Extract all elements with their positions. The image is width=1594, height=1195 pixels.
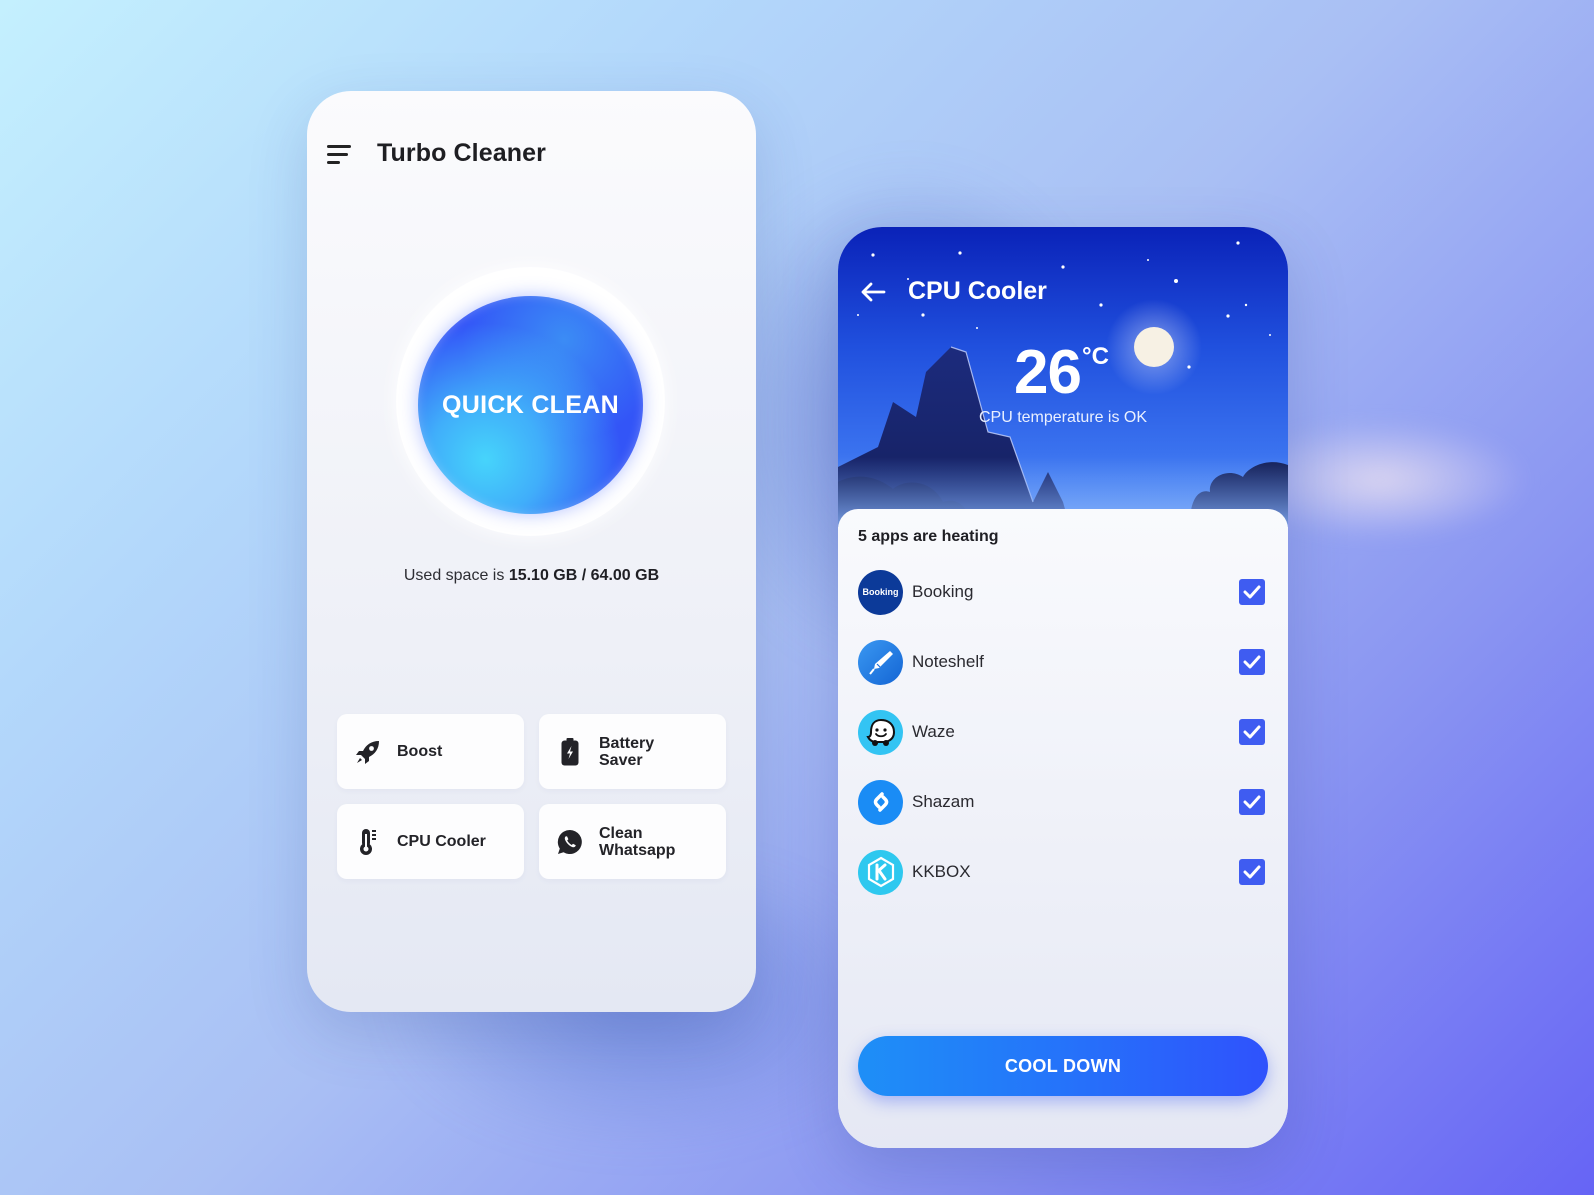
app-row: Booking Booking [858, 569, 1268, 615]
app-name: Noteshelf [912, 652, 984, 671]
noteshelf-app-icon [858, 639, 903, 685]
tile-label-line2: Whatsapp [599, 841, 676, 859]
checkmark-icon [1243, 585, 1261, 599]
checkmark-icon [1243, 655, 1261, 669]
battery-saver-tile[interactable]: Battery Saver [539, 714, 726, 789]
heating-apps-count: 5 apps are heating [858, 528, 999, 545]
moon-icon [1134, 327, 1174, 367]
temperature-unit: °C [1082, 343, 1109, 370]
app-title: Turbo Cleaner [377, 139, 546, 167]
app-checkbox[interactable] [1239, 719, 1265, 745]
waze-app-icon [858, 709, 903, 755]
battery-charging-icon [555, 737, 585, 767]
tile-label: Battery Saver [599, 735, 654, 769]
tile-label-line1: Battery [599, 734, 655, 752]
app-checkbox[interactable] [1239, 859, 1265, 885]
used-space-total: 64.00 GB [590, 567, 660, 584]
booking-icon-text: Booking [862, 587, 899, 597]
temperature-value: 26 [1014, 338, 1082, 407]
boost-tile[interactable]: Boost [337, 714, 524, 789]
booking-app-icon: Booking [858, 569, 903, 615]
checkmark-icon [1243, 795, 1261, 809]
app-checkbox[interactable] [1239, 579, 1265, 605]
quick-clean-button[interactable]: QUICK CLEAN [418, 296, 643, 514]
app-checkbox[interactable] [1239, 649, 1265, 675]
used-space-text: Used space is 15.10 GB / 64.00 GB [307, 567, 756, 585]
thermometer-icon [353, 827, 383, 857]
cpu-cooler-screen: CPU Cooler 26 °C CPU temperature is OK 5… [838, 227, 1288, 1148]
checkmark-icon [1243, 865, 1261, 879]
arrow-left-icon[interactable] [860, 282, 886, 302]
tile-label: Clean Whatsapp [599, 825, 675, 859]
used-space-separator: / [581, 567, 587, 584]
app-row: Waze [858, 709, 1268, 755]
used-space-prefix: Used space is [403, 567, 505, 584]
cool-down-button[interactable]: COOL DOWN [858, 1036, 1268, 1096]
screen-title: CPU Cooler [908, 277, 1047, 305]
heating-apps-sheet: 5 apps are heating Booking Booking Notes… [838, 509, 1288, 1148]
tile-label-line1: Clean [599, 824, 643, 842]
used-space-used: 15.10 GB [508, 567, 578, 584]
checkmark-icon [1243, 725, 1261, 739]
rocket-icon [353, 737, 383, 767]
quick-clean-label: QUICK CLEAN [442, 390, 619, 419]
temperature-status: CPU temperature is OK [978, 409, 1148, 426]
kkbox-app-icon [858, 849, 903, 895]
cpu-cooler-tile[interactable]: CPU Cooler [337, 804, 524, 879]
app-row: Shazam [858, 779, 1268, 825]
app-row: Noteshelf [858, 639, 1268, 685]
app-name: Booking [912, 582, 974, 601]
tile-label: Boost [397, 743, 443, 760]
temperature-readout: 26 °C [1014, 337, 1109, 408]
hamburger-menu-icon[interactable] [327, 144, 351, 166]
app-name: Shazam [912, 792, 975, 811]
app-checkbox[interactable] [1239, 789, 1265, 815]
shazam-app-icon [858, 779, 903, 825]
app-name: KKBOX [912, 862, 971, 881]
whatsapp-icon [555, 827, 585, 857]
tile-label: CPU Cooler [397, 833, 486, 850]
cool-down-label: COOL DOWN [1004, 1055, 1122, 1076]
app-row: KKBOX [858, 849, 1268, 895]
tile-label-line2: Saver [599, 751, 643, 769]
app-name: Waze [912, 722, 955, 741]
clean-whatsapp-tile[interactable]: Clean Whatsapp [539, 804, 726, 879]
turbo-cleaner-screen: Turbo Cleaner QUICK CLEAN Used space is … [307, 91, 756, 1012]
